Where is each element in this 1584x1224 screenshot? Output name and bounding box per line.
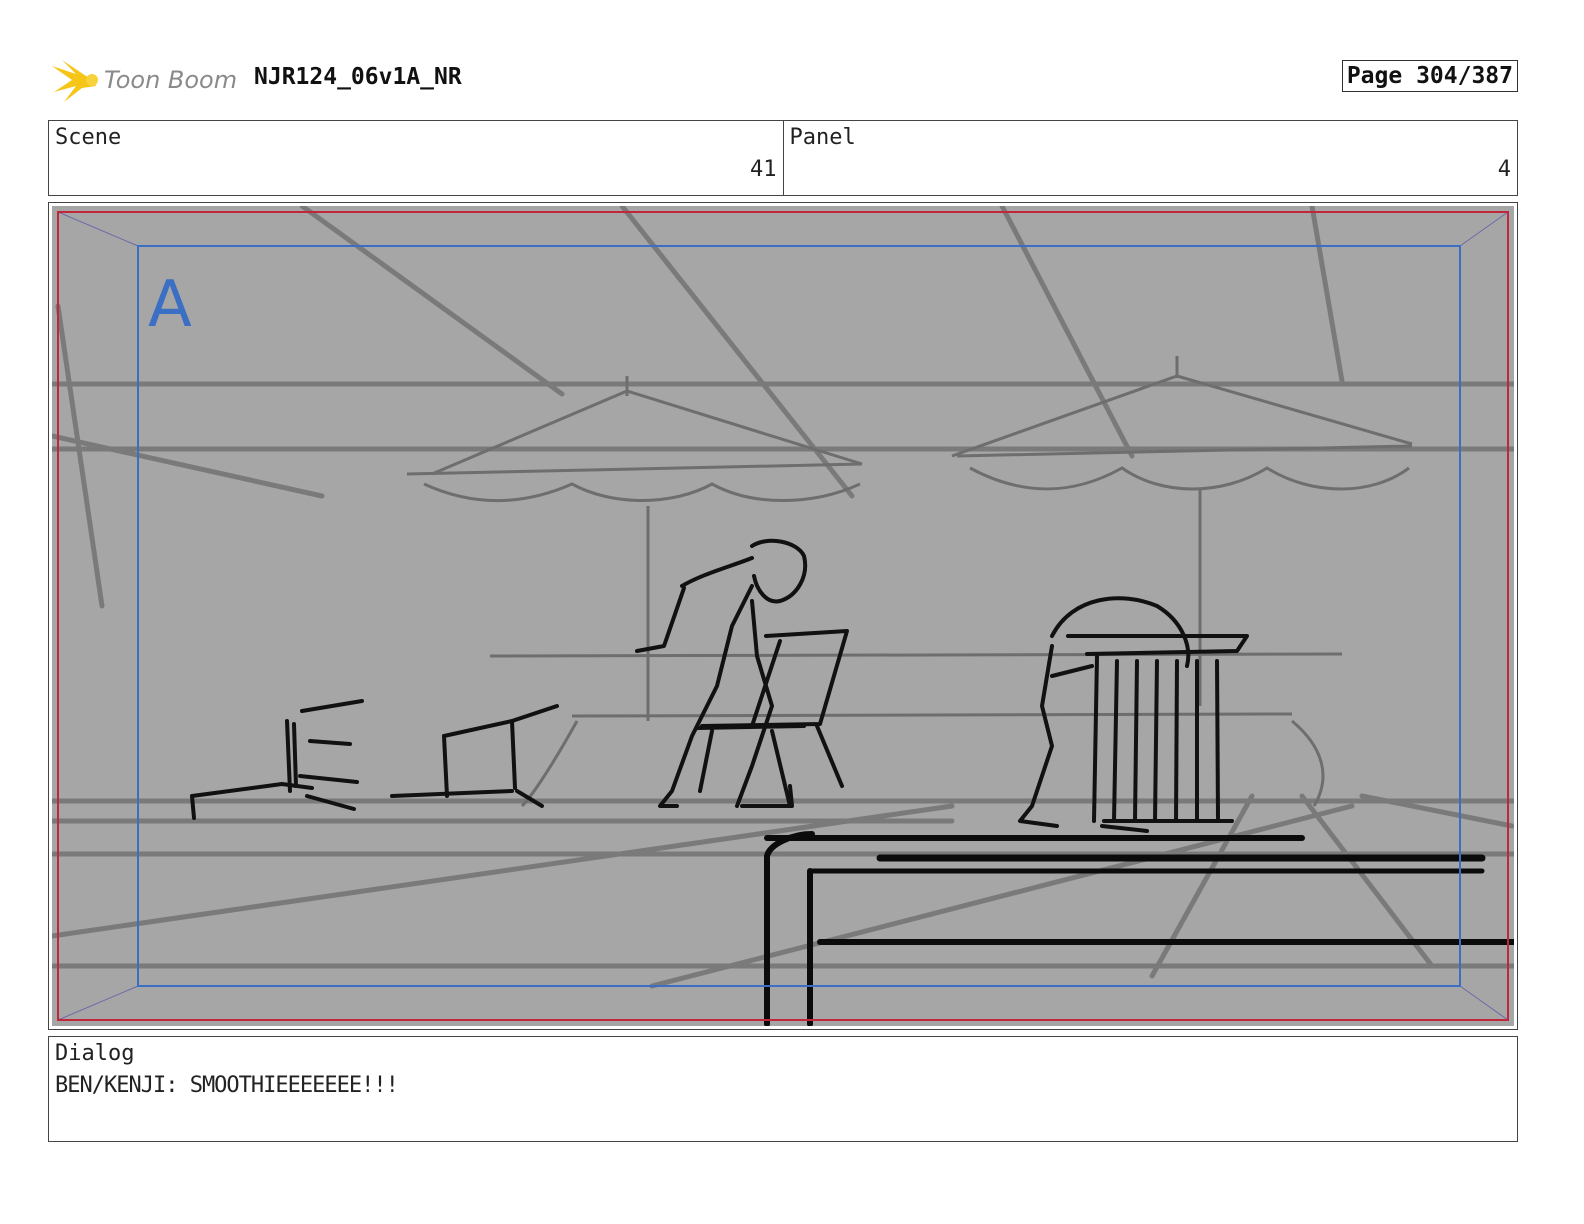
starburst-icon bbox=[52, 60, 98, 102]
storyboard-sketch: A bbox=[52, 206, 1514, 1026]
logo-text: Toon Boom bbox=[104, 66, 238, 94]
scene-panel-row: Scene 41 Panel 4 bbox=[48, 120, 1518, 196]
scene-number: 41 bbox=[750, 157, 777, 182]
dialog-box: Dialog BEN/KENJI: SMOOTHIEEEEEEE!!! bbox=[48, 1036, 1518, 1142]
panel-cell: Panel 4 bbox=[782, 121, 1518, 195]
page-indicator: Page 304/387 bbox=[1341, 60, 1518, 92]
panel-label: Panel bbox=[789, 125, 856, 150]
dialog-text: BEN/KENJI: SMOOTHIEEEEEEE!!! bbox=[55, 1073, 399, 1098]
storyboard-panel: A bbox=[48, 202, 1518, 1030]
panel-number: 4 bbox=[1497, 157, 1511, 182]
toon-boom-logo: Toon Boom bbox=[52, 56, 242, 104]
page-header: Toon Boom NJR124_06v1A_NR Page 304/387 bbox=[52, 56, 1518, 104]
project-name: NJR124_06v1A_NR bbox=[254, 64, 462, 90]
scene-label: Scene bbox=[55, 125, 122, 150]
scene-cell: Scene 41 bbox=[49, 121, 783, 195]
frame-letter: A bbox=[148, 268, 192, 342]
dialog-label: Dialog bbox=[55, 1041, 135, 1066]
